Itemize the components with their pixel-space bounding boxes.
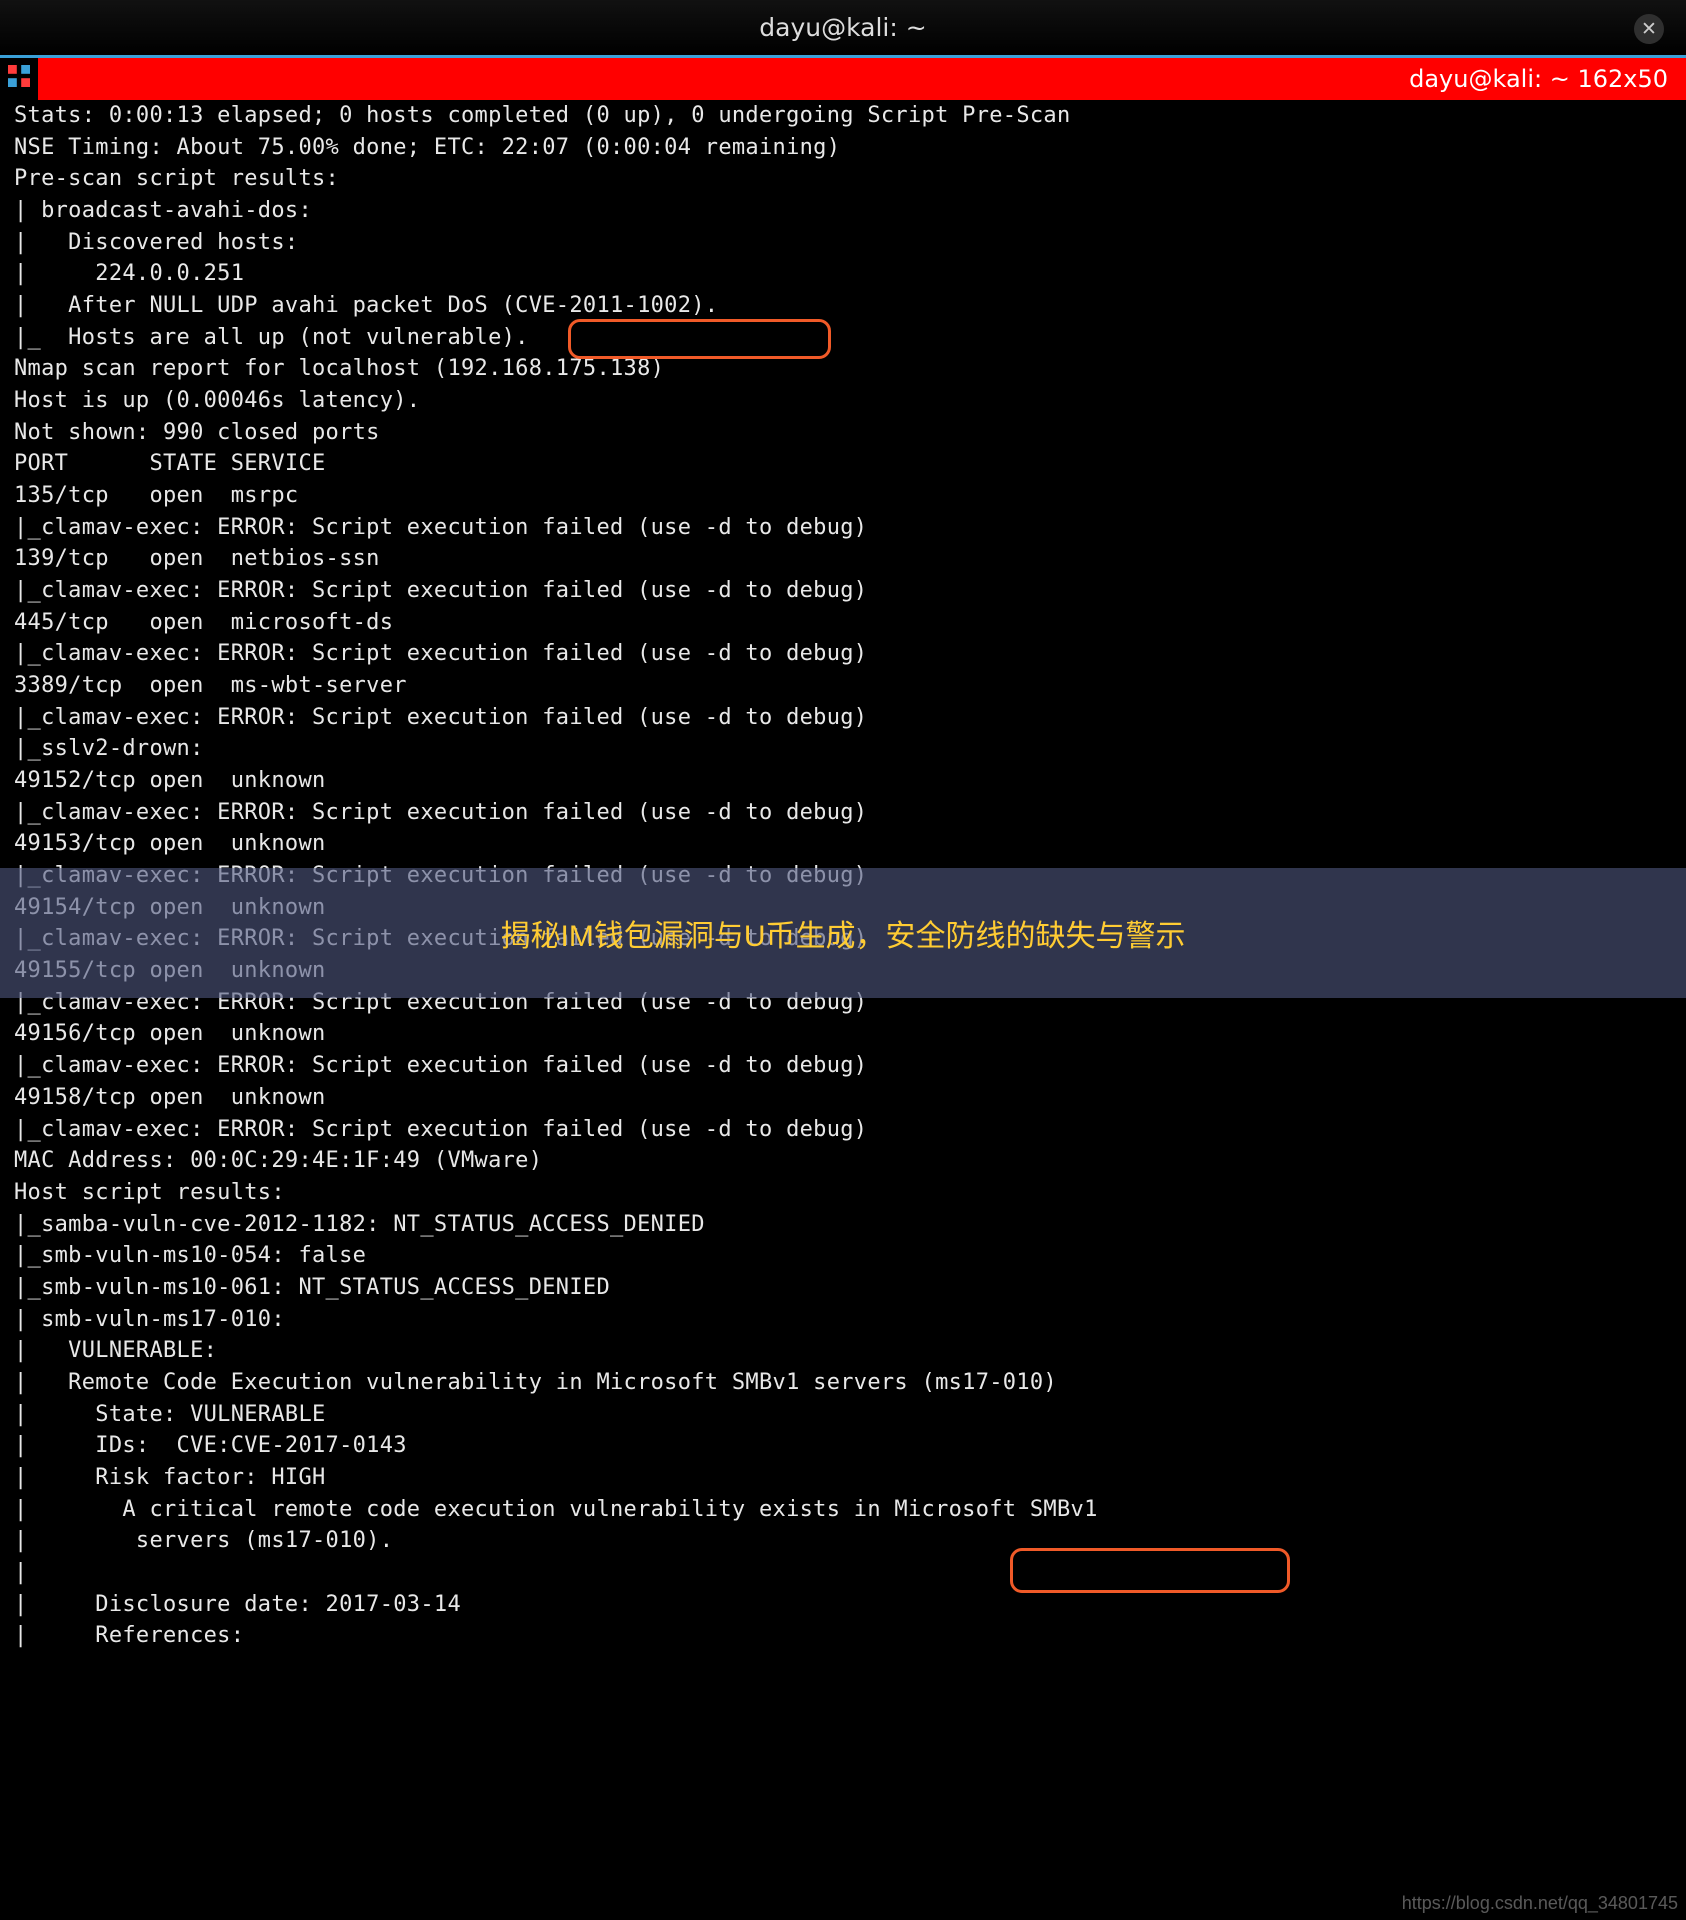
terminal-line: |_clamav-exec: ERROR: Script execution f… <box>14 575 1672 607</box>
terminal-line: 49156/tcp open unknown <box>14 1018 1672 1050</box>
window-titlebar: dayu@kali: ~ ✕ <box>0 0 1686 58</box>
terminal-line: 49152/tcp open unknown <box>14 765 1672 797</box>
terminal-line: |_ Hosts are all up (not vulnerable). <box>14 322 1672 354</box>
terminal-line: |_clamav-exec: ERROR: Script execution f… <box>14 1114 1672 1146</box>
terminal-line: | smb-vuln-ms17-010: <box>14 1304 1672 1336</box>
terminal-line: |_clamav-exec: ERROR: Script execution f… <box>14 702 1672 734</box>
terminal-line: | servers (ms17-010). <box>14 1525 1672 1557</box>
terminal-line: |_clamav-exec: ERROR: Script execution f… <box>14 638 1672 670</box>
close-icon: ✕ <box>1641 18 1657 40</box>
terminal-line: 49154/tcp open unknown <box>14 892 1672 924</box>
terminal-line: | IDs: CVE:CVE-2017-0143 <box>14 1430 1672 1462</box>
terminal-line: | Risk factor: HIGH <box>14 1462 1672 1494</box>
terminal-line: |_samba-vuln-cve-2012-1182: NT_STATUS_AC… <box>14 1209 1672 1241</box>
watermark: https://blog.csdn.net/qq_34801745 <box>1402 1893 1678 1914</box>
terminal-menu-button[interactable] <box>0 58 40 100</box>
close-button[interactable]: ✕ <box>1634 14 1664 44</box>
terminal-line: | Disclosure date: 2017-03-14 <box>14 1589 1672 1621</box>
grid-icon <box>8 65 30 93</box>
terminal-line: PORT STATE SERVICE <box>14 448 1672 480</box>
terminal-line: 49153/tcp open unknown <box>14 828 1672 860</box>
terminal-line: | Remote Code Execution vulnerability in… <box>14 1367 1672 1399</box>
terminal-line: 135/tcp open msrpc <box>14 480 1672 512</box>
terminal-line: |_clamav-exec: ERROR: Script execution f… <box>14 987 1672 1019</box>
terminal-line: NSE Timing: About 75.00% done; ETC: 22:0… <box>14 132 1672 164</box>
terminal-tab-title: dayu@kali: ~ 162x50 <box>1409 65 1686 93</box>
window-title: dayu@kali: ~ <box>759 13 926 42</box>
terminal-line: | State: VULNERABLE <box>14 1399 1672 1431</box>
terminal-line: 49158/tcp open unknown <box>14 1082 1672 1114</box>
terminal-line: 49155/tcp open unknown <box>14 955 1672 987</box>
terminal-line: Not shown: 990 closed ports <box>14 417 1672 449</box>
terminal-line: 139/tcp open netbios-ssn <box>14 543 1672 575</box>
terminal-line: |_smb-vuln-ms10-061: NT_STATUS_ACCESS_DE… <box>14 1272 1672 1304</box>
terminal-line: 445/tcp open microsoft-ds <box>14 607 1672 639</box>
terminal-line: |_clamav-exec: ERROR: Script execution f… <box>14 860 1672 892</box>
terminal-line: | References: <box>14 1620 1672 1652</box>
terminal-line: |_smb-vuln-ms10-054: false <box>14 1240 1672 1272</box>
terminal-line: |_clamav-exec: ERROR: Script execution f… <box>14 923 1672 955</box>
terminal-line: | Discovered hosts: <box>14 227 1672 259</box>
terminal-line: | <box>14 1557 1672 1589</box>
terminal-line: | 224.0.0.251 <box>14 258 1672 290</box>
terminal-line: Nmap scan report for localhost (192.168.… <box>14 353 1672 385</box>
terminal-line: Pre-scan script results: <box>14 163 1672 195</box>
terminal-line: | VULNERABLE: <box>14 1335 1672 1367</box>
terminal-line: MAC Address: 00:0C:29:4E:1F:49 (VMware) <box>14 1145 1672 1177</box>
terminal-line: | broadcast-avahi-dos: <box>14 195 1672 227</box>
terminal-line: |_clamav-exec: ERROR: Script execution f… <box>14 797 1672 829</box>
terminal-header: dayu@kali: ~ 162x50 <box>0 58 1686 100</box>
terminal-line: Host is up (0.00046s latency). <box>14 385 1672 417</box>
terminal-line: |_clamav-exec: ERROR: Script execution f… <box>14 512 1672 544</box>
terminal-line: | A critical remote code execution vulne… <box>14 1494 1672 1526</box>
terminal-line: | After NULL UDP avahi packet DoS (CVE-2… <box>14 290 1672 322</box>
terminal-line: |_sslv2-drown: <box>14 733 1672 765</box>
terminal-line: Stats: 0:00:13 elapsed; 0 hosts complete… <box>14 100 1672 132</box>
terminal-line: 3389/tcp open ms-wbt-server <box>14 670 1672 702</box>
terminal-output[interactable]: Stats: 0:00:13 elapsed; 0 hosts complete… <box>0 100 1686 1652</box>
terminal-line: Host script results: <box>14 1177 1672 1209</box>
terminal-line: |_clamav-exec: ERROR: Script execution f… <box>14 1050 1672 1082</box>
